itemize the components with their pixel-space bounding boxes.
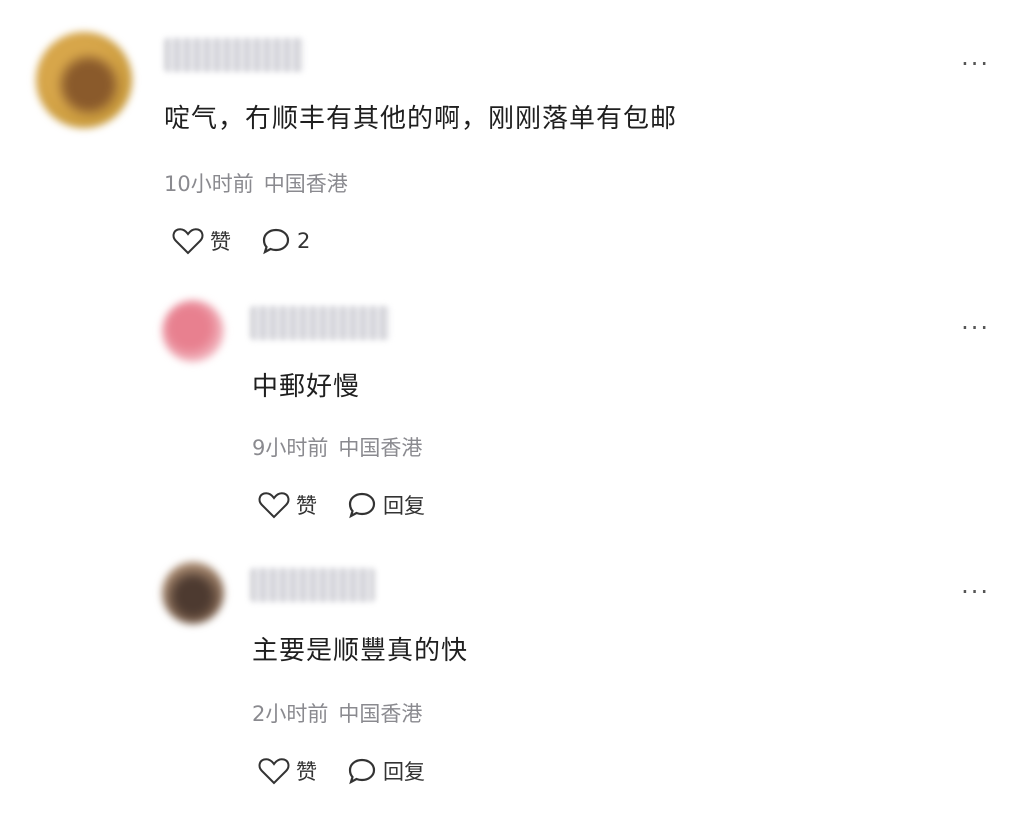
heart-icon <box>258 491 290 519</box>
comment-location: 中国香港 <box>338 436 423 460</box>
reply-button[interactable]: 回复 <box>347 756 425 786</box>
comment-bubble-icon <box>347 491 377 519</box>
reply-count: 2 <box>297 229 311 253</box>
username-blurred[interactable] <box>250 568 375 602</box>
comment-meta: 9小时前 中国香港 <box>252 432 422 462</box>
comment-meta: 10小时前 中国香港 <box>164 168 348 198</box>
like-button[interactable]: 赞 <box>172 226 231 256</box>
avatar[interactable] <box>162 300 224 362</box>
username-blurred[interactable] <box>164 38 304 72</box>
like-label: 赞 <box>210 230 231 254</box>
avatar[interactable] <box>162 562 224 624</box>
comment-text: 主要是顺豐真的快 <box>252 636 469 666</box>
comment-bubble-icon <box>261 227 291 255</box>
comment-text: 啶气，冇顺丰有其他的啊，刚刚落单有包邮 <box>164 104 678 134</box>
comment-actions: 赞 回复 <box>258 756 425 786</box>
comment-time: 10小时前 <box>164 172 254 196</box>
reply-label: 回复 <box>383 760 425 784</box>
avatar[interactable] <box>36 32 132 128</box>
like-button[interactable]: 赞 <box>258 756 317 786</box>
like-label: 赞 <box>296 494 317 518</box>
comment-item: ··· 啶气，冇顺丰有其他的啊，刚刚落单有包邮 10小时前 中国香港 赞 2 <box>0 0 1024 280</box>
comment-actions: 赞 回复 <box>258 490 425 520</box>
comment-time: 2小时前 <box>252 702 329 726</box>
reply-button[interactable]: 2 <box>261 227 310 255</box>
username-blurred[interactable] <box>250 306 390 340</box>
comment-bubble-icon <box>347 757 377 785</box>
heart-icon <box>258 757 290 785</box>
heart-icon <box>172 227 204 255</box>
comment-actions: 赞 2 <box>172 226 310 256</box>
comment-meta: 2小时前 中国香港 <box>252 698 422 728</box>
comment-time: 9小时前 <box>252 436 329 460</box>
more-options-icon[interactable]: ··· <box>961 316 990 340</box>
like-button[interactable]: 赞 <box>258 490 317 520</box>
more-options-icon[interactable]: ··· <box>961 580 990 604</box>
more-options-icon[interactable]: ··· <box>961 52 990 76</box>
comment-location: 中国香港 <box>338 702 423 726</box>
reply-label: 回复 <box>383 494 425 518</box>
comment-text: 中郵好慢 <box>252 372 361 402</box>
like-label: 赞 <box>296 760 317 784</box>
comment-location: 中国香港 <box>263 172 348 196</box>
reply-button[interactable]: 回复 <box>347 490 425 520</box>
